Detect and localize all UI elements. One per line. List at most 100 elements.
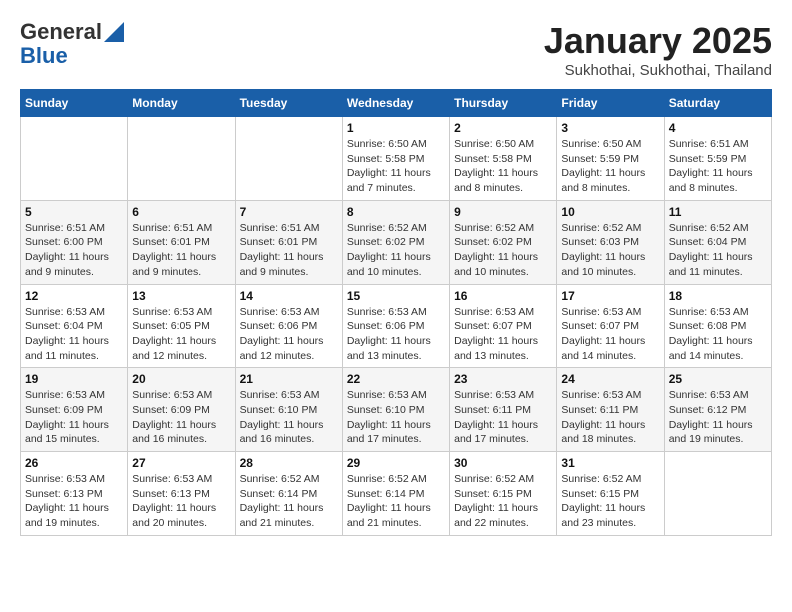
day-number: 13 [132,289,230,303]
day-info: Sunrise: 6:50 AMSunset: 5:59 PMDaylight:… [561,137,659,196]
day-info: Sunrise: 6:51 AMSunset: 6:00 PMDaylight:… [25,221,123,280]
day-number: 26 [25,456,123,470]
day-number: 22 [347,372,445,386]
day-info: Sunrise: 6:53 AMSunset: 6:07 PMDaylight:… [561,305,659,364]
day-number: 28 [240,456,338,470]
day-number: 6 [132,205,230,219]
calendar-cell [235,117,342,201]
calendar-cell: 23 Sunrise: 6:53 AMSunset: 6:11 PMDayligh… [450,368,557,452]
weekday-header: Tuesday [235,90,342,117]
day-info: Sunrise: 6:53 AMSunset: 6:11 PMDaylight:… [454,388,552,447]
calendar-cell: 31 Sunrise: 6:52 AMSunset: 6:15 PMDayligh… [557,452,664,536]
calendar-cell [21,117,128,201]
day-info: Sunrise: 6:53 AMSunset: 6:11 PMDaylight:… [561,388,659,447]
day-number: 12 [25,289,123,303]
day-number: 7 [240,205,338,219]
day-info: Sunrise: 6:52 AMSunset: 6:02 PMDaylight:… [347,221,445,280]
logo-text: General Blue [20,20,102,68]
calendar-cell: 11Sunrise: 6:52 AMSunset: 6:04 PMDayligh… [664,200,771,284]
day-info: Sunrise: 6:52 AMSunset: 6:15 PMDaylight:… [454,472,552,531]
day-info: Sunrise: 6:53 AMSunset: 6:05 PMDaylight:… [132,305,230,364]
day-number: 5 [25,205,123,219]
day-number: 17 [561,289,659,303]
calendar-cell: 13 Sunrise: 6:53 AMSunset: 6:05 PMDayligh… [128,284,235,368]
day-number: 16 [454,289,552,303]
day-info: Sunrise: 6:53 AMSunset: 6:06 PMDaylight:… [240,305,338,364]
calendar-cell: 26 Sunrise: 6:53 AMSunset: 6:13 PMDayligh… [21,452,128,536]
day-info: Sunrise: 6:53 AMSunset: 6:04 PMDaylight:… [25,305,123,364]
day-info: Sunrise: 6:53 AMSunset: 6:10 PMDaylight:… [347,388,445,447]
calendar-cell: 9 Sunrise: 6:52 AMSunset: 6:02 PMDaylight… [450,200,557,284]
calendar-cell: 10Sunrise: 6:52 AMSunset: 6:03 PMDayligh… [557,200,664,284]
day-number: 8 [347,205,445,219]
calendar-cell: 24 Sunrise: 6:53 AMSunset: 6:11 PMDayligh… [557,368,664,452]
calendar-cell: 25Sunrise: 6:53 AMSunset: 6:12 PMDayligh… [664,368,771,452]
calendar-cell: 17 Sunrise: 6:53 AMSunset: 6:07 PMDayligh… [557,284,664,368]
day-number: 15 [347,289,445,303]
day-number: 31 [561,456,659,470]
calendar-week-row: 1 Sunrise: 6:50 AMSunset: 5:58 PMDaylight… [21,117,772,201]
title-block: January 2025 Sukhothai, Sukhothai, Thail… [544,20,772,79]
calendar-cell: 7Sunrise: 6:51 AMSunset: 6:01 PMDaylight… [235,200,342,284]
calendar-cell: 6 Sunrise: 6:51 AMSunset: 6:01 PMDaylight… [128,200,235,284]
calendar-cell: 3 Sunrise: 6:50 AMSunset: 5:59 PMDaylight… [557,117,664,201]
day-info: Sunrise: 6:51 AMSunset: 5:59 PMDaylight:… [669,137,767,196]
day-number: 2 [454,121,552,135]
day-info: Sunrise: 6:53 AMSunset: 6:06 PMDaylight:… [347,305,445,364]
calendar-cell: 28 Sunrise: 6:52 AMSunset: 6:14 PMDayligh… [235,452,342,536]
day-number: 29 [347,456,445,470]
location-subtitle: Sukhothai, Sukhothai, Thailand [544,62,772,79]
day-number: 3 [561,121,659,135]
day-number: 23 [454,372,552,386]
weekday-header: Saturday [664,90,771,117]
calendar-cell: 4 Sunrise: 6:51 AMSunset: 5:59 PMDaylight… [664,117,771,201]
day-number: 1 [347,121,445,135]
calendar-cell: 18 Sunrise: 6:53 AMSunset: 6:08 PMDayligh… [664,284,771,368]
day-number: 9 [454,205,552,219]
calendar-cell: 29Sunrise: 6:52 AMSunset: 6:14 PMDayligh… [342,452,449,536]
calendar-cell: 2 Sunrise: 6:50 AMSunset: 5:58 PMDaylight… [450,117,557,201]
day-info: Sunrise: 6:50 AMSunset: 5:58 PMDaylight:… [347,137,445,196]
calendar-cell: 1 Sunrise: 6:50 AMSunset: 5:58 PMDaylight… [342,117,449,201]
calendar-header: SundayMondayTuesdayWednesdayThursdayFrid… [21,90,772,117]
logo: General Blue [20,20,124,68]
day-number: 24 [561,372,659,386]
calendar-cell: 20Sunrise: 6:53 AMSunset: 6:09 PMDayligh… [128,368,235,452]
calendar-cell: 19Sunrise: 6:53 AMSunset: 6:09 PMDayligh… [21,368,128,452]
calendar-cell: 21Sunrise: 6:53 AMSunset: 6:10 PMDayligh… [235,368,342,452]
calendar-cell [128,117,235,201]
calendar-cell: 5 Sunrise: 6:51 AMSunset: 6:00 PMDaylight… [21,200,128,284]
day-info: Sunrise: 6:53 AMSunset: 6:09 PMDaylight:… [132,388,230,447]
calendar-week-row: 12 Sunrise: 6:53 AMSunset: 6:04 PMDayligh… [21,284,772,368]
calendar-cell: 8 Sunrise: 6:52 AMSunset: 6:02 PMDaylight… [342,200,449,284]
day-info: Sunrise: 6:53 AMSunset: 6:13 PMDaylight:… [132,472,230,531]
day-info: Sunrise: 6:52 AMSunset: 6:04 PMDaylight:… [669,221,767,280]
day-info: Sunrise: 6:52 AMSunset: 6:02 PMDaylight:… [454,221,552,280]
calendar-week-row: 5 Sunrise: 6:51 AMSunset: 6:00 PMDaylight… [21,200,772,284]
day-number: 27 [132,456,230,470]
calendar-cell [664,452,771,536]
day-number: 18 [669,289,767,303]
calendar-table: SundayMondayTuesdayWednesdayThursdayFrid… [20,89,772,536]
day-info: Sunrise: 6:53 AMSunset: 6:13 PMDaylight:… [25,472,123,531]
day-number: 14 [240,289,338,303]
weekday-header: Sunday [21,90,128,117]
day-number: 25 [669,372,767,386]
day-info: Sunrise: 6:51 AMSunset: 6:01 PMDaylight:… [132,221,230,280]
page-header: General Blue January 2025 Sukhothai, Suk… [20,20,772,79]
calendar-cell: 14 Sunrise: 6:53 AMSunset: 6:06 PMDayligh… [235,284,342,368]
calendar-cell: 15 Sunrise: 6:53 AMSunset: 6:06 PMDayligh… [342,284,449,368]
calendar-cell: 30 Sunrise: 6:52 AMSunset: 6:15 PMDayligh… [450,452,557,536]
day-number: 30 [454,456,552,470]
weekday-header: Friday [557,90,664,117]
weekday-header: Thursday [450,90,557,117]
calendar-cell: 22 Sunrise: 6:53 AMSunset: 6:10 PMDayligh… [342,368,449,452]
day-info: Sunrise: 6:53 AMSunset: 6:08 PMDaylight:… [669,305,767,364]
day-info: Sunrise: 6:52 AMSunset: 6:15 PMDaylight:… [561,472,659,531]
month-title: January 2025 [544,20,772,62]
day-info: Sunrise: 6:52 AMSunset: 6:14 PMDaylight:… [240,472,338,531]
day-number: 4 [669,121,767,135]
calendar-cell: 16Sunrise: 6:53 AMSunset: 6:07 PMDayligh… [450,284,557,368]
calendar-week-row: 19Sunrise: 6:53 AMSunset: 6:09 PMDayligh… [21,368,772,452]
day-info: Sunrise: 6:50 AMSunset: 5:58 PMDaylight:… [454,137,552,196]
